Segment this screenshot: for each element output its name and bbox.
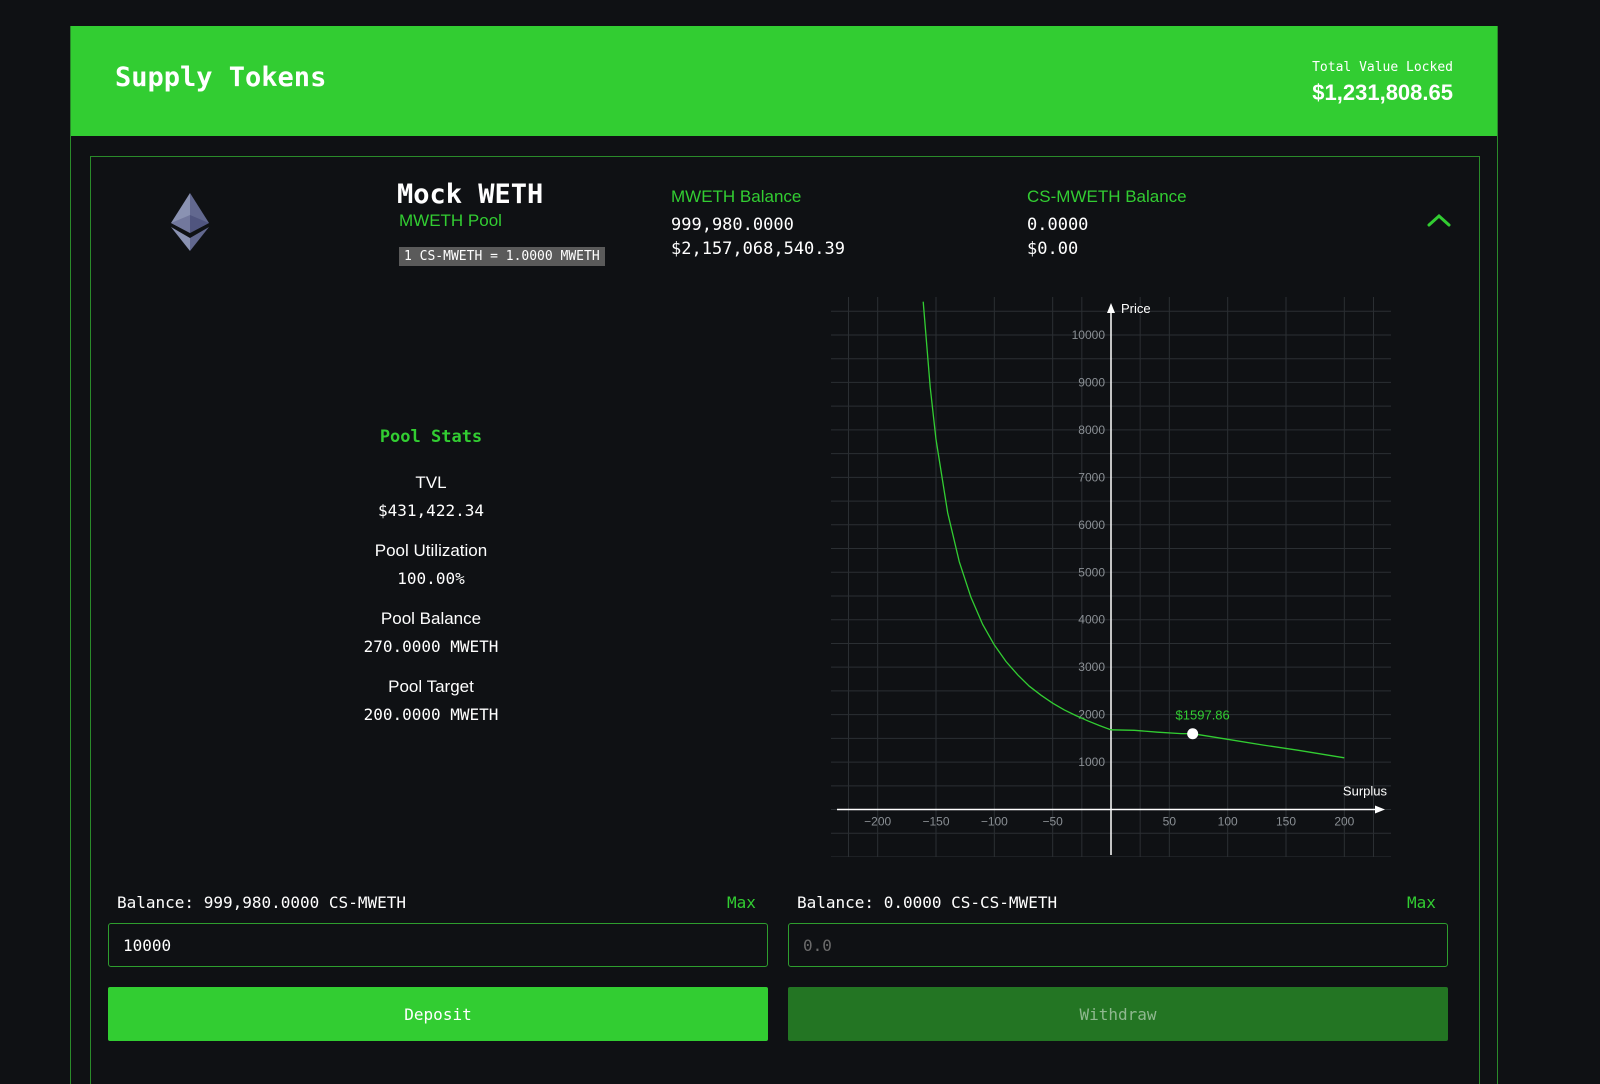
exchange-rate-badge: 1 CS-MWETH = 1.0000 MWETH [399,247,605,266]
token-name: Mock WETH [397,179,544,210]
stat-value: $431,422.34 [378,501,484,520]
pool-stats-title: Pool Stats [379,427,483,447]
current-price-marker [1187,728,1199,740]
x-axis-arrow [1375,805,1385,814]
x-tick-label: −50 [1042,815,1063,829]
cs-mweth-balance-label: CS-MWETH Balance [1027,187,1187,206]
price-curve-chart: −200 −150 −100 −50 50 100 150 200 1000 2000 3000 40… [831,297,1391,857]
y-tick-label: 7000 [1078,470,1105,484]
y-tick-label: 10000 [1072,328,1106,342]
y-tick-label: 8000 [1078,423,1105,437]
cs-mweth-balance-amount: 0.0000 [1027,215,1089,235]
y-axis-arrow [1107,303,1115,313]
stat-label: Pool Target [388,677,474,696]
cs-mweth-balance-usd: $0.00 [1027,239,1079,259]
total-value-locked-value: $1,231,808.65 [1312,80,1453,105]
deposit-balance-label: Balance: 999,980.0000 CS-MWETH [117,893,406,912]
x-axis-label: Surplus [1343,784,1388,799]
stat-value: 100.00% [397,569,465,588]
stat-value: 200.0000 MWETH [363,705,499,724]
y-tick-label: 9000 [1078,375,1105,389]
stat-value: 270.0000 MWETH [363,637,499,656]
price-curve-line [922,301,1345,759]
y-tick-label: 5000 [1078,565,1105,579]
withdraw-balance-label: Balance: 0.0000 CS-CS-MWETH [797,893,1058,912]
stat-tvl: TVL $431,422.34 [331,473,531,520]
mweth-balance-usd: $2,157,068,540.39 [671,239,845,259]
mweth-balance-amount: 999,980.0000 [671,215,794,235]
y-tick-label: 1000 [1078,755,1105,769]
token-pool-name: MWETH Pool [399,211,502,230]
y-tick-label: 4000 [1078,613,1105,627]
page-title: Supply Tokens [115,62,327,93]
x-tick-label: −200 [864,815,891,829]
x-tick-label: 50 [1163,815,1177,829]
stat-label: Pool Utilization [374,541,488,560]
withdraw-button[interactable]: Withdraw [788,987,1448,1041]
deposit-button[interactable]: Deposit [108,987,768,1041]
mweth-balance-label: MWETH Balance [671,187,802,206]
withdraw-amount-input[interactable] [788,923,1448,967]
stat-pool-target: Pool Target 200.0000 MWETH [331,677,531,724]
x-tick-label: −100 [981,815,1008,829]
token-card: Mock WETH MWETH Pool 1 CS-MWETH = 1.0000… [90,156,1480,1084]
deposit-max-button[interactable]: Max [727,893,756,912]
total-value-locked-label: Total Value Locked [1312,60,1453,75]
ethereum-icon [171,193,209,251]
chevron-up-icon[interactable] [1427,213,1451,227]
x-tick-label: 200 [1334,815,1354,829]
x-tick-label: 150 [1276,815,1296,829]
cs-mweth-balance: CS-MWETH Balance 0.0000 $0.00 [1027,187,1187,259]
y-tick-label: 3000 [1078,660,1105,674]
x-tick-label: −150 [922,815,949,829]
supply-tokens-panel: Supply Tokens Total Value Locked $1,231,… [70,26,1498,1084]
stat-pool-utilization: Pool Utilization 100.00% [331,541,531,588]
current-price-label: $1597.86 [1176,708,1230,723]
y-tick-label: 6000 [1078,518,1105,532]
pool-stats: Pool Stats TVL $431,422.34 Pool Utilizat… [331,427,531,745]
y-tick-label: 2000 [1078,708,1105,722]
y-axis-label: Price [1121,301,1151,316]
panel-header: Supply Tokens Total Value Locked $1,231,… [71,26,1497,136]
stat-pool-balance: Pool Balance 270.0000 MWETH [331,609,531,656]
stat-label: Pool Balance [380,609,482,628]
deposit-amount-input[interactable] [108,923,768,967]
stat-label: TVL [415,473,447,492]
withdraw-max-button[interactable]: Max [1407,893,1436,912]
x-tick-label: 100 [1218,815,1238,829]
mweth-balance: MWETH Balance 999,980.0000 $2,157,068,54… [671,187,845,259]
